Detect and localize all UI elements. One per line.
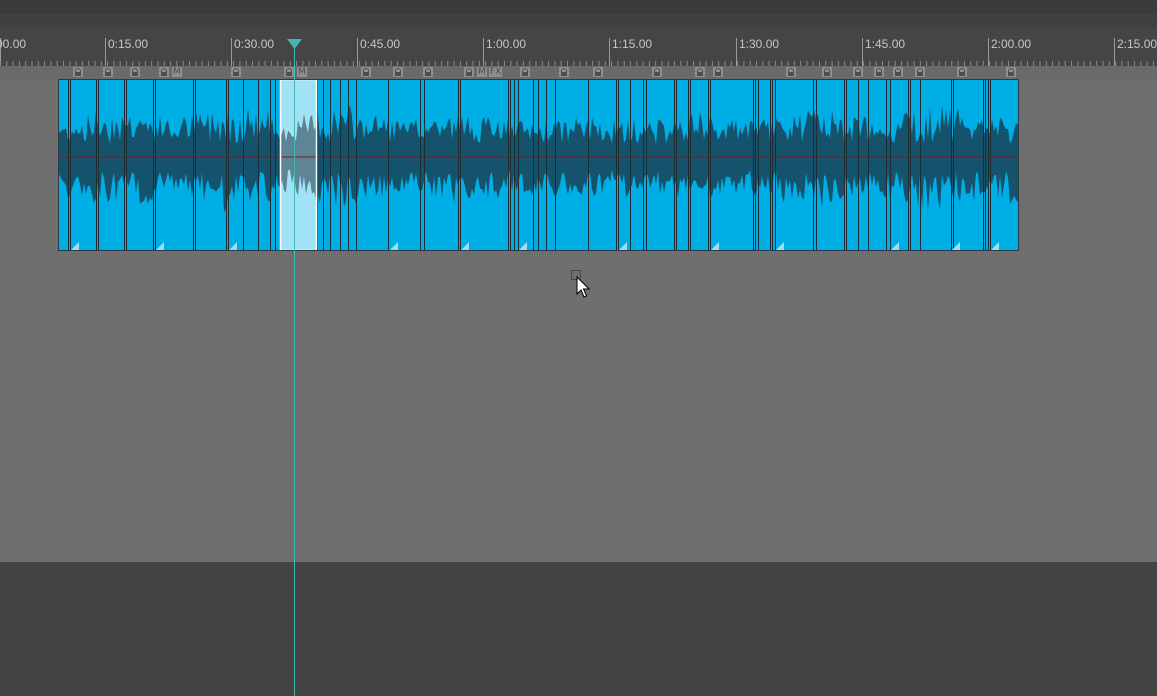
marker-tag-fx[interactable]: FX [489,67,503,77]
lock-icon[interactable] [593,67,603,77]
lock-icon[interactable] [464,67,474,77]
lock-icon[interactable] [284,67,294,77]
lock-icon[interactable] [130,67,140,77]
lock-icon[interactable] [822,67,832,77]
ruler-label-0: 0:00.00 [0,37,27,51]
lock-icon[interactable] [520,67,530,77]
ruler-ticks [0,38,1154,66]
audio-track-clips[interactable] [58,79,1019,251]
ruler-label-1: 0:15.00 [108,37,149,51]
ruler-label-8: 2:00.00 [991,37,1032,51]
lock-icon[interactable] [695,67,705,77]
lock-icon[interactable] [231,67,241,77]
lock-icon[interactable] [103,67,113,77]
marker-tag-m[interactable]: M [477,67,487,77]
lock-icon[interactable] [915,67,925,77]
clip-marker-strip: M M M FX [0,66,1157,79]
ruler-label-3: 0:45.00 [360,37,401,51]
lock-icon[interactable] [73,67,83,77]
mouse-pointer-icon [571,270,591,298]
ruler-label-6: 1:30.00 [739,37,780,51]
lock-icon[interactable] [559,67,569,77]
ruler-label-2: 0:30.00 [234,37,275,51]
ruler-label-5: 1:15.00 [612,37,653,51]
ruler-label-7: 1:45.00 [865,37,906,51]
lower-panel [0,562,1157,696]
playhead-marker-icon[interactable] [287,39,302,49]
playhead-line[interactable] [294,48,295,696]
lock-icon[interactable] [1006,67,1016,77]
marker-tag-m[interactable]: M [172,67,182,77]
lock-icon[interactable] [893,67,903,77]
timeline-ruler[interactable]: 0:00.00 0:15.00 0:30.00 0:45.00 1:00.00 … [0,28,1157,66]
lock-icon[interactable] [853,67,863,77]
lock-icon[interactable] [713,67,723,77]
ruler-label-4: 1:00.00 [486,37,527,51]
marker-tag-m[interactable]: M [297,67,307,77]
ruler-label-9: 2:15.00 [1117,37,1157,51]
lock-icon[interactable] [874,67,884,77]
lock-icon[interactable] [957,67,967,77]
top-toolbar [0,0,1157,14]
lock-icon[interactable] [786,67,796,77]
lock-icon[interactable] [423,67,433,77]
waveform-svg [58,79,1019,251]
lock-icon[interactable] [361,67,371,77]
track-header-bar [0,14,1157,28]
lock-icon[interactable] [652,67,662,77]
lock-icon[interactable] [393,67,403,77]
lock-icon[interactable] [159,67,169,77]
